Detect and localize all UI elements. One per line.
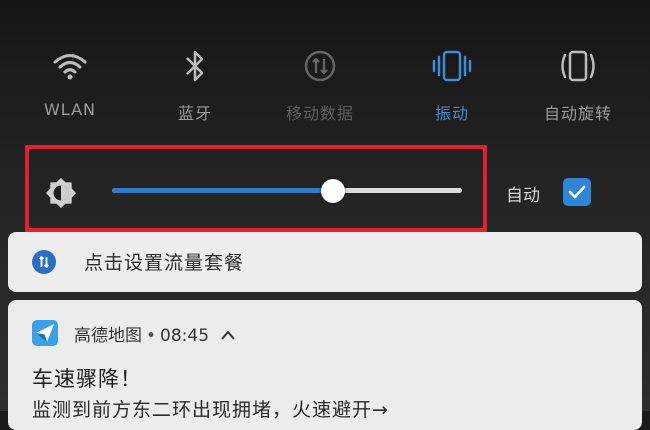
brightness-highlight-box [25,145,487,232]
notification-title: 车速骤降！ [32,367,142,391]
toggle-auto-rotate[interactable]: 自动旋转 [523,40,633,124]
vibrate-icon [397,40,507,92]
auto-brightness-label: 自动 [506,186,540,206]
toggle-mobile-data[interactable]: 移动数据 [265,40,375,124]
notification-header: 高德地图 • 08:45 [74,321,236,346]
toggle-label: 振动 [434,104,469,123]
app-name: 高德地图 [74,326,142,346]
bluetooth-icon [140,40,250,92]
toggle-label: 蓝牙 [177,104,212,123]
mobile-data-icon [32,250,56,274]
auto-rotate-icon [523,40,633,92]
toggle-label: WLAN [43,100,96,119]
notification-body: 监测到前方东二环出现拥堵，火速避开→ [32,399,389,421]
check-icon [568,185,586,199]
toggle-label: 移动数据 [285,104,354,123]
amap-app-icon [32,320,58,346]
toggle-vibrate[interactable]: 振动 [397,40,507,124]
data-plan-notification[interactable]: 点击设置流量套餐 [8,232,642,292]
toggle-label: 自动旋转 [543,104,612,123]
toggle-wlan[interactable]: WLAN [15,40,125,119]
auto-brightness-checkbox[interactable] [563,178,591,206]
chevron-up-icon[interactable] [220,329,236,341]
wifi-icon [15,40,125,92]
toggle-bluetooth[interactable]: 蓝牙 [140,40,250,124]
data-plan-text: 点击设置流量套餐 [84,252,245,274]
quick-settings-toggles: WLAN 蓝牙 移动数据 振动 自动旋转 [0,40,650,135]
notification-time: 08:45 [160,326,210,346]
header-separator: • [146,326,157,346]
mobile-data-icon [265,40,375,92]
